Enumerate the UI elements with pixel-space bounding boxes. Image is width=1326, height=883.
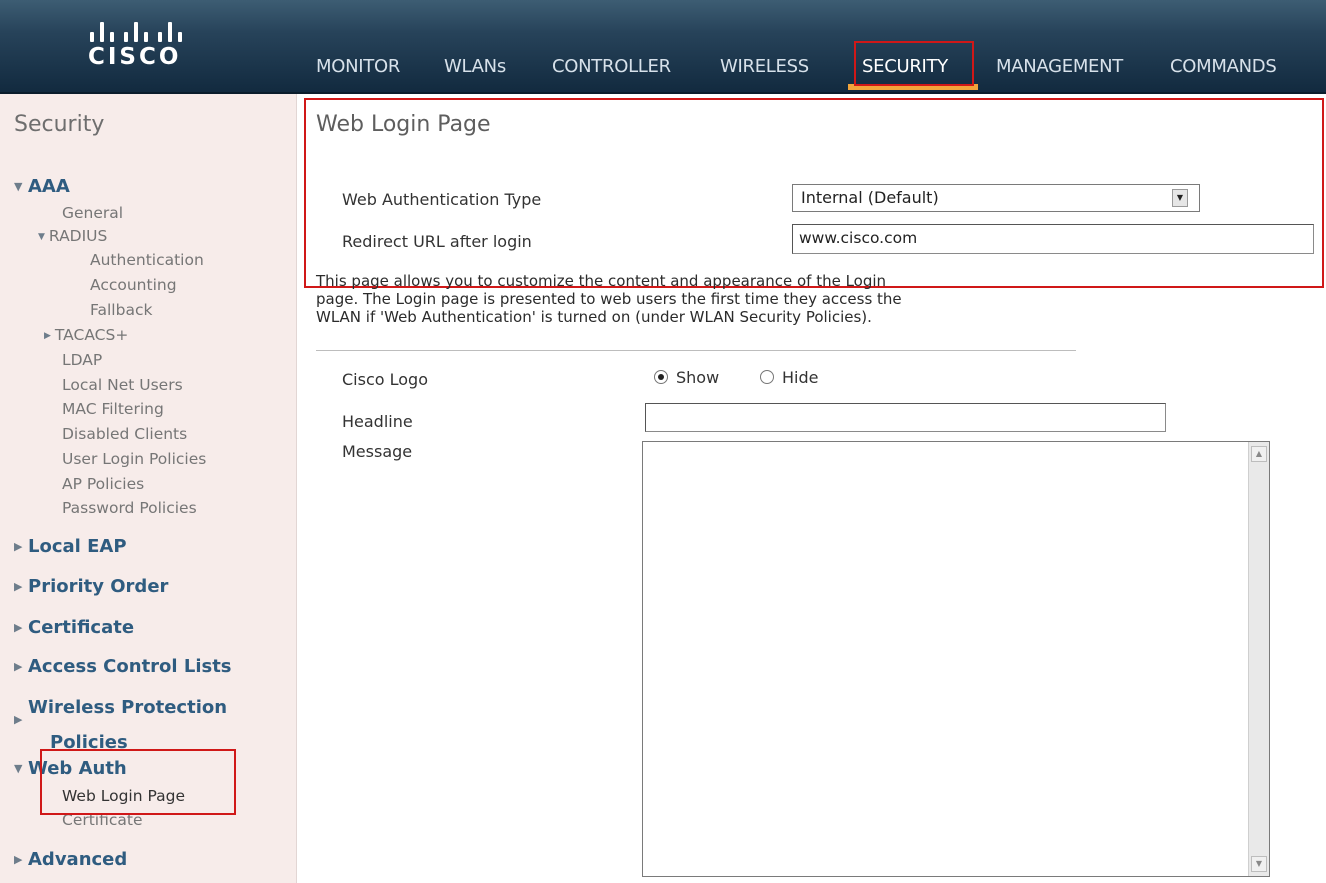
sidebar-item-advanced[interactable]: ▶ Advanced xyxy=(14,849,127,870)
sidebar-item-aaa[interactable]: ▼ AAA xyxy=(14,176,70,197)
nav-wlans[interactable]: WLANs xyxy=(444,50,506,84)
sidebar-item-user-login-policies[interactable]: User Login Policies xyxy=(62,450,206,468)
sidebar-item-tacacs[interactable]: ▶ TACACS+ xyxy=(44,326,128,344)
expanded-arrow-icon: ▼ xyxy=(14,180,23,193)
nav-controller[interactable]: CONTROLLER xyxy=(552,50,671,84)
collapsed-arrow-icon: ▶ xyxy=(14,621,23,634)
sidebar-item-ldap[interactable]: LDAP xyxy=(62,351,102,369)
sidebar-title: Security xyxy=(14,112,105,137)
nav-monitor[interactable]: MONITOR xyxy=(316,50,400,84)
cisco-wordmark: CISCO xyxy=(88,44,182,70)
top-bar: CISCO MONITOR WLANs CONTROLLER WIRELESS … xyxy=(0,0,1326,94)
message-label: Message xyxy=(342,442,413,461)
sidebar-item-fallback[interactable]: Fallback xyxy=(90,301,152,319)
collapsed-arrow-icon: ▶ xyxy=(14,580,23,593)
sidebar-item-disabled-clients[interactable]: Disabled Clients xyxy=(62,425,187,443)
message-textarea[interactable]: ▲ ▼ xyxy=(642,441,1270,877)
sidebar-item-wireless-protection-policies[interactable]: ▶Wireless Protection Policies xyxy=(14,696,227,754)
cisco-bars-icon xyxy=(88,12,184,42)
sidebar-item-password-policies[interactable]: Password Policies xyxy=(62,499,197,517)
collapsed-arrow-icon: ▶ xyxy=(14,540,23,553)
sidebar-item-general[interactable]: General xyxy=(62,204,123,222)
headline-label: Headline xyxy=(342,412,413,431)
sidebar-item-authentication[interactable]: Authentication xyxy=(90,251,204,269)
scroll-up-icon[interactable]: ▲ xyxy=(1251,446,1267,462)
expanded-arrow-icon: ▼ xyxy=(14,762,23,775)
page-description: This page allows you to customize the co… xyxy=(316,272,902,326)
sidebar-item-access-control-lists[interactable]: ▶ Access Control Lists xyxy=(14,656,232,677)
sidebar-item-priority-order[interactable]: ▶ Priority Order xyxy=(14,576,168,597)
web-auth-highlight-box xyxy=(40,749,236,815)
cisco-logo: CISCO xyxy=(88,12,208,78)
expanded-arrow-icon: ▼ xyxy=(38,232,45,242)
collapsed-arrow-icon: ▶ xyxy=(14,660,23,673)
nav-wireless[interactable]: WIRELESS xyxy=(720,50,809,84)
sidebar-item-ap-policies[interactable]: AP Policies xyxy=(62,475,144,493)
divider xyxy=(316,350,1076,351)
cisco-logo-hide-radio[interactable]: Hide xyxy=(760,368,818,387)
sidebar-item-local-net-users[interactable]: Local Net Users xyxy=(62,376,183,394)
security-highlight-box xyxy=(854,41,974,86)
sidebar-item-local-eap[interactable]: ▶ Local EAP xyxy=(14,536,127,557)
cisco-logo-label: Cisco Logo xyxy=(342,370,428,389)
sidebar-item-mac-filtering[interactable]: MAC Filtering xyxy=(62,400,164,418)
nav-management[interactable]: MANAGEMENT xyxy=(996,50,1123,84)
scroll-down-icon[interactable]: ▼ xyxy=(1251,856,1267,872)
sidebar-item-radius[interactable]: ▼ RADIUS xyxy=(38,227,107,245)
radio-selected-icon xyxy=(654,370,668,384)
headline-input[interactable] xyxy=(645,403,1166,432)
sidebar-item-certificate[interactable]: ▶ Certificate xyxy=(14,617,134,638)
message-scrollbar[interactable]: ▲ ▼ xyxy=(1248,442,1269,876)
sidebar-item-accounting[interactable]: Accounting xyxy=(90,276,177,294)
collapsed-arrow-icon: ▶ xyxy=(44,331,51,341)
cisco-logo-show-radio[interactable]: Show xyxy=(654,368,719,387)
nav-commands[interactable]: COMMANDS xyxy=(1170,50,1277,84)
collapsed-arrow-icon: ▶ xyxy=(14,853,23,866)
collapsed-arrow-icon: ▶ xyxy=(14,713,23,726)
radio-unselected-icon xyxy=(760,370,774,384)
settings-highlight-box xyxy=(304,98,1324,288)
